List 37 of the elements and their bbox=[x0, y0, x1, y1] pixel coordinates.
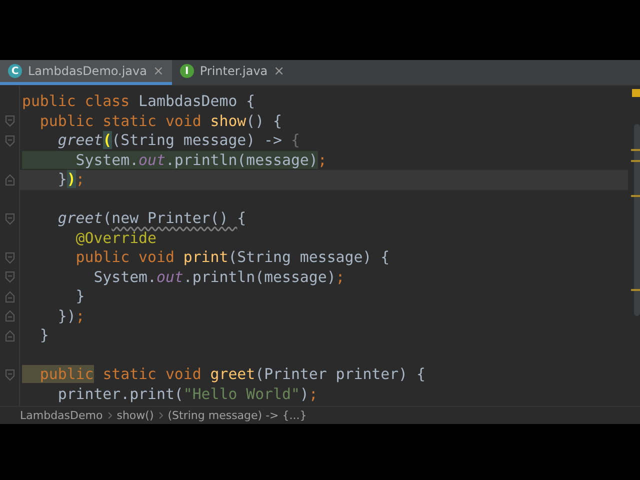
fold-icon[interactable] bbox=[4, 212, 14, 225]
fold-icon[interactable] bbox=[4, 290, 14, 303]
close-icon[interactable]: × bbox=[152, 64, 164, 78]
fold-icon[interactable] bbox=[4, 271, 14, 284]
file-tab[interactable]: I Printer.java × bbox=[172, 60, 293, 85]
code-line: }); bbox=[56, 306, 86, 326]
fold-icon[interactable] bbox=[4, 330, 14, 342]
code-line: } bbox=[38, 326, 50, 346]
code-line: public class LambdasDemo { bbox=[21, 92, 256, 112]
code-line: @Override bbox=[74, 228, 158, 248]
code-line: System.out.println(message); bbox=[20, 150, 628, 170]
code-line: public static void greet(Printer printer) { bbox=[20, 365, 628, 384]
class-icon: C bbox=[8, 64, 22, 78]
chevron-icon bbox=[158, 412, 163, 419]
code-line: greet(new Printer() { bbox=[56, 209, 248, 228]
scrollbar-thumb[interactable] bbox=[634, 124, 640, 316]
code-line: } bbox=[74, 287, 86, 306]
code-line: greet((String message) -> { bbox=[56, 131, 301, 150]
fold-icon[interactable] bbox=[4, 368, 14, 381]
file-tab[interactable]: C LambdasDemo.java × bbox=[0, 60, 172, 85]
code-line: public static void show() { bbox=[38, 112, 284, 131]
fold-icon[interactable] bbox=[4, 310, 14, 322]
chevron-icon bbox=[108, 412, 112, 419]
breadcrumb[interactable]: LambdasDemo bbox=[20, 409, 103, 422]
close-icon[interactable]: × bbox=[274, 64, 285, 78]
tab-label: LambdasDemo.java bbox=[28, 64, 147, 78]
fold-icon[interactable] bbox=[4, 174, 14, 186]
code-line: public void print(String message) { bbox=[74, 248, 391, 268]
fold-icon[interactable] bbox=[4, 134, 14, 147]
fold-icon[interactable] bbox=[4, 115, 14, 128]
code-line: System.out.println(message); bbox=[92, 268, 346, 287]
breadcrumb[interactable]: (String message) -> {...} bbox=[168, 409, 307, 422]
tab-label: Printer.java bbox=[200, 64, 268, 78]
breadcrumb[interactable]: show() bbox=[116, 409, 154, 422]
code-line: printer.print("Hello World"); bbox=[56, 384, 319, 404]
class-icon: I bbox=[180, 64, 194, 78]
fold-icon[interactable] bbox=[4, 252, 14, 264]
